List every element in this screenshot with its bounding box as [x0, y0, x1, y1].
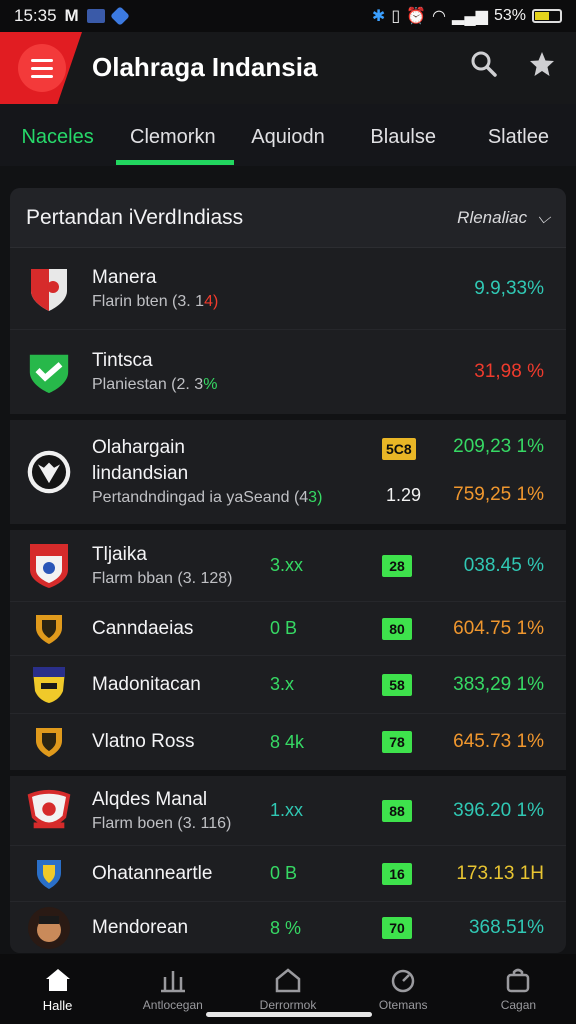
odds-value: 368.51%	[468, 917, 544, 938]
bluetooth-icon: ✱	[371, 8, 386, 25]
card-title: Pertandan iVerdIndiass	[26, 205, 244, 229]
clock-icon	[389, 966, 417, 994]
home-indicator[interactable]	[206, 1012, 372, 1017]
signal-icon: ▂▄▆	[452, 8, 488, 25]
menu-icon-line	[31, 58, 53, 62]
odds-value: 383,29 1%	[453, 673, 544, 695]
team-logo-shield-white-icon	[26, 543, 72, 589]
app-header: Olahraga Indansia	[0, 32, 576, 104]
odds-value: 396.20 1%	[453, 799, 544, 821]
status-bar: 15:35 M ✱ ▯ ⏰ ◠ ▂▄▆ 53%	[0, 0, 576, 32]
star-icon[interactable]	[528, 50, 556, 85]
odds-value: 209,23 1%	[453, 436, 544, 457]
gallery-icon	[86, 9, 105, 23]
bag-icon	[504, 966, 532, 994]
diamond-icon	[109, 6, 130, 26]
tab-aquiodn[interactable]: Aquiodn	[230, 122, 345, 149]
odds-badge: 78	[382, 731, 412, 753]
nav-label: Otemans	[378, 998, 428, 1012]
score-value: 1.29	[386, 484, 422, 505]
tab-clemorkn[interactable]: Clemorkn	[115, 122, 230, 149]
menu-icon-line	[31, 74, 53, 78]
match-row[interactable]: Olahargain lindandsian Pertandndingad ia…	[10, 420, 566, 524]
team-name: Olahargain lindandsian	[92, 437, 189, 484]
home-icon	[44, 966, 72, 994]
battery-icon	[532, 9, 562, 23]
nav-label: Halle	[42, 997, 73, 1013]
team-logo-shield-blue-icon	[26, 851, 72, 897]
match-group: Manera Flarin bten (3. 14) 9.9,33% Tints…	[10, 248, 566, 420]
odds-badge: 88	[382, 799, 412, 822]
stat-value: 0 B	[270, 618, 298, 638]
stat-value: 8 %	[270, 917, 302, 938]
odds-badge: 70	[382, 917, 412, 939]
card-header: Pertandan iVerdIndiass Rlenaliac ⌵	[10, 188, 566, 248]
nav-label: Cagan	[500, 998, 537, 1012]
odds-badge: 80	[382, 617, 412, 640]
odds-badge: 5C8	[382, 438, 416, 460]
trophy-icon	[159, 966, 187, 994]
nav-cagan[interactable]: Cagan	[461, 954, 576, 1024]
vibrate-icon: ▯	[391, 8, 401, 25]
nav-label: Derrormok	[259, 998, 317, 1012]
match-row[interactable]: Vlatno Ross 8 4k 78 645.73 1%	[10, 714, 566, 770]
team-logo-face-dark-icon	[26, 905, 72, 951]
match-row[interactable]: Ohatanneartle 0 B 16 173.13 1H	[10, 846, 566, 902]
match-row[interactable]: Alqdes Manal Flarm boen (3. 116) 1.xx 88…	[10, 776, 566, 846]
alarm-icon: ⏰	[406, 8, 427, 25]
category-tabs: Naceles Clemorkn Aquiodn Blaulse Slatlee	[0, 104, 576, 166]
nav-home[interactable]: Halle	[0, 954, 115, 1024]
match-row[interactable]: Canndaeias 0 B 80 604.75 1%	[10, 602, 566, 656]
match-group: Tljaika Flarm bban (3. 128) 3.xx 28 038.…	[10, 530, 566, 776]
app-title: Olahraga Indansia	[92, 52, 318, 82]
nav-label: Antlocegan	[142, 998, 203, 1012]
chevron-down-icon: ⌵	[537, 207, 550, 227]
stat-value: 8 4k	[270, 731, 305, 752]
team-logo-crest-red-icon	[26, 788, 72, 834]
odds-value: 604.75 1%	[453, 617, 544, 639]
odds-value: 173.13 1H	[456, 862, 544, 884]
odds-value: 038.45 %	[463, 554, 544, 576]
search-icon[interactable]	[470, 50, 498, 85]
wifi-icon: ◠	[432, 8, 447, 25]
see-all-label: Rlenaliac	[457, 207, 528, 227]
stat-value: 1.xx	[270, 800, 304, 820]
team-logo-shield-red-icon	[26, 266, 72, 312]
odds-badge: 58	[382, 673, 412, 696]
match-row[interactable]: Tintsca Planiestan (2. 3% 31,98 %	[10, 330, 566, 414]
gmail-icon: M	[64, 6, 79, 25]
menu-icon-line	[31, 66, 53, 70]
team-logo-shield-green-icon	[26, 349, 72, 395]
odds-value: 31,98 %	[474, 361, 544, 382]
match-row[interactable]: Madonitacan 3.x 58 383,29 1%	[10, 656, 566, 714]
odds-value: 9.9,33%	[474, 277, 544, 299]
status-time: 15:35	[14, 6, 57, 25]
battery-percent: 53%	[493, 7, 526, 24]
match-row[interactable]: Mendorean 8 % 70 368.51%	[10, 902, 566, 953]
stat-value: 3.xx	[270, 555, 304, 575]
odds-value-secondary: 759,25 1%	[453, 484, 544, 505]
home-outline-icon	[274, 966, 302, 994]
match-group: Alqdes Manal Flarm boen (3. 116) 1.xx 88…	[10, 776, 566, 953]
team-logo-shield-orange-icon	[26, 719, 72, 765]
tab-blaulse[interactable]: Blaulse	[346, 122, 461, 149]
menu-button[interactable]	[18, 44, 66, 92]
match-row[interactable]: Tljaika Flarm bban (3. 128) 3.xx 28 038.…	[10, 530, 566, 602]
team-logo-shield-orange-icon	[26, 606, 72, 652]
tab-slatlee[interactable]: Slatlee	[461, 122, 576, 149]
see-all-button[interactable]: Rlenaliac ⌵	[457, 208, 550, 228]
stat-value: 3.x	[270, 674, 295, 694]
tab-indicator	[116, 160, 234, 165]
team-logo-wolf-icon	[26, 449, 72, 495]
match-row[interactable]: Manera Flarin bten (3. 14) 9.9,33%	[10, 248, 566, 330]
matches-card: Pertandan iVerdIndiass Rlenaliac ⌵ Maner…	[10, 188, 566, 953]
team-logo-face-yellow-icon	[26, 662, 72, 708]
odds-badge: 16	[382, 862, 412, 885]
odds-value: 645.73 1%	[453, 731, 544, 752]
odds-badge: 28	[382, 554, 412, 577]
stat-value: 0 B	[270, 863, 298, 883]
match-group: Olahargain lindandsian Pertandndingad ia…	[10, 420, 566, 530]
tab-naceles[interactable]: Naceles	[0, 122, 115, 149]
